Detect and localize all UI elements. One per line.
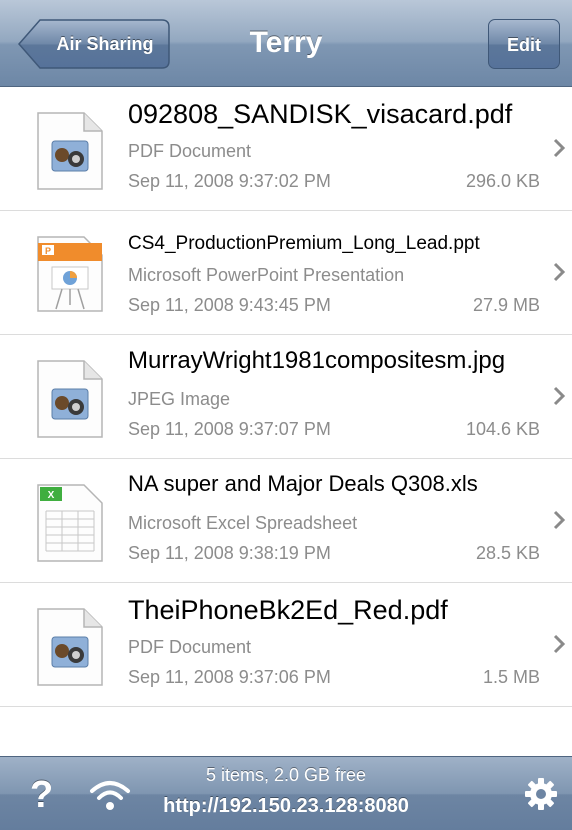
navigation-bar: Air Sharing Terry Edit bbox=[0, 0, 572, 87]
file-size: 1.5 MB bbox=[482, 667, 540, 687]
file-date: Sep 11, 2008 9:43:45 PM bbox=[128, 295, 331, 315]
wifi-icon[interactable] bbox=[88, 777, 132, 813]
help-icon[interactable]: ? bbox=[30, 774, 58, 816]
svg-text:P: P bbox=[45, 246, 51, 256]
file-kind: Microsoft PowerPoint Presentation bbox=[128, 265, 405, 285]
file-date: Sep 11, 2008 9:37:06 PM bbox=[128, 667, 331, 687]
page-title: Terry bbox=[249, 26, 323, 59]
edit-button[interactable]: Edit bbox=[488, 19, 560, 69]
file-name: 092808_SANDISK_visacard.pdf bbox=[128, 99, 513, 129]
file-size: 27.9 MB bbox=[472, 295, 540, 315]
back-button[interactable]: Air Sharing bbox=[18, 19, 170, 69]
chevron-right-icon bbox=[553, 386, 566, 406]
storage-status: 5 items, 2.0 GB free bbox=[205, 765, 367, 785]
file-name: TheiPhoneBk2Ed_Red.pdf bbox=[128, 595, 448, 625]
file-kind: JPEG Image bbox=[128, 389, 231, 409]
image-document-icon bbox=[37, 360, 103, 438]
powerpoint-icon: P bbox=[37, 236, 103, 312]
file-name: CS4_ProductionPremium_Long_Lead.ppt bbox=[128, 233, 480, 254]
file-size: 296.0 KB bbox=[465, 171, 540, 191]
back-button-label: Air Sharing bbox=[56, 34, 154, 54]
file-kind: PDF Document bbox=[128, 637, 252, 657]
image-document-icon bbox=[37, 112, 103, 190]
chevron-right-icon bbox=[553, 634, 566, 654]
file-kind: PDF Document bbox=[128, 141, 252, 161]
excel-icon: X bbox=[37, 484, 103, 562]
file-list: 092808_SANDISK_visacard.pdf PDF Document… bbox=[0, 87, 572, 707]
file-row[interactable]: TheiPhoneBk2Ed_Red.pdf PDF Document Sep … bbox=[0, 583, 572, 707]
server-url: http://192.150.23.128:8080 bbox=[163, 795, 409, 817]
chevron-right-icon bbox=[553, 262, 566, 282]
chevron-right-icon bbox=[553, 510, 566, 530]
svg-text:X: X bbox=[48, 490, 55, 501]
file-name: NA super and Major Deals Q308.xls bbox=[128, 471, 478, 496]
file-date: Sep 11, 2008 9:38:19 PM bbox=[128, 543, 331, 563]
image-document-icon bbox=[37, 608, 103, 686]
file-row[interactable]: P CS4_ProductionPremium_Long_Lead.ppt Mi… bbox=[0, 211, 572, 335]
file-row[interactable]: MurrayWright1981compositesm.jpg JPEG Ima… bbox=[0, 335, 572, 459]
file-date: Sep 11, 2008 9:37:07 PM bbox=[128, 419, 331, 439]
file-size: 104.6 KB bbox=[465, 419, 540, 439]
chevron-right-icon bbox=[553, 138, 566, 158]
file-name: MurrayWright1981compositesm.jpg bbox=[128, 347, 506, 374]
file-row[interactable]: X NA super and Major Deals Q308.xls Micr… bbox=[0, 459, 572, 583]
file-row[interactable]: 092808_SANDISK_visacard.pdf PDF Document… bbox=[0, 87, 572, 211]
bottom-toolbar: ? 5 items, 2.0 GB free http://192.150.23… bbox=[0, 756, 572, 830]
file-date: Sep 11, 2008 9:37:02 PM bbox=[128, 171, 331, 191]
gear-icon[interactable] bbox=[524, 777, 558, 811]
file-kind: Microsoft Excel Spreadsheet bbox=[128, 513, 358, 533]
file-size: 28.5 KB bbox=[475, 543, 540, 563]
